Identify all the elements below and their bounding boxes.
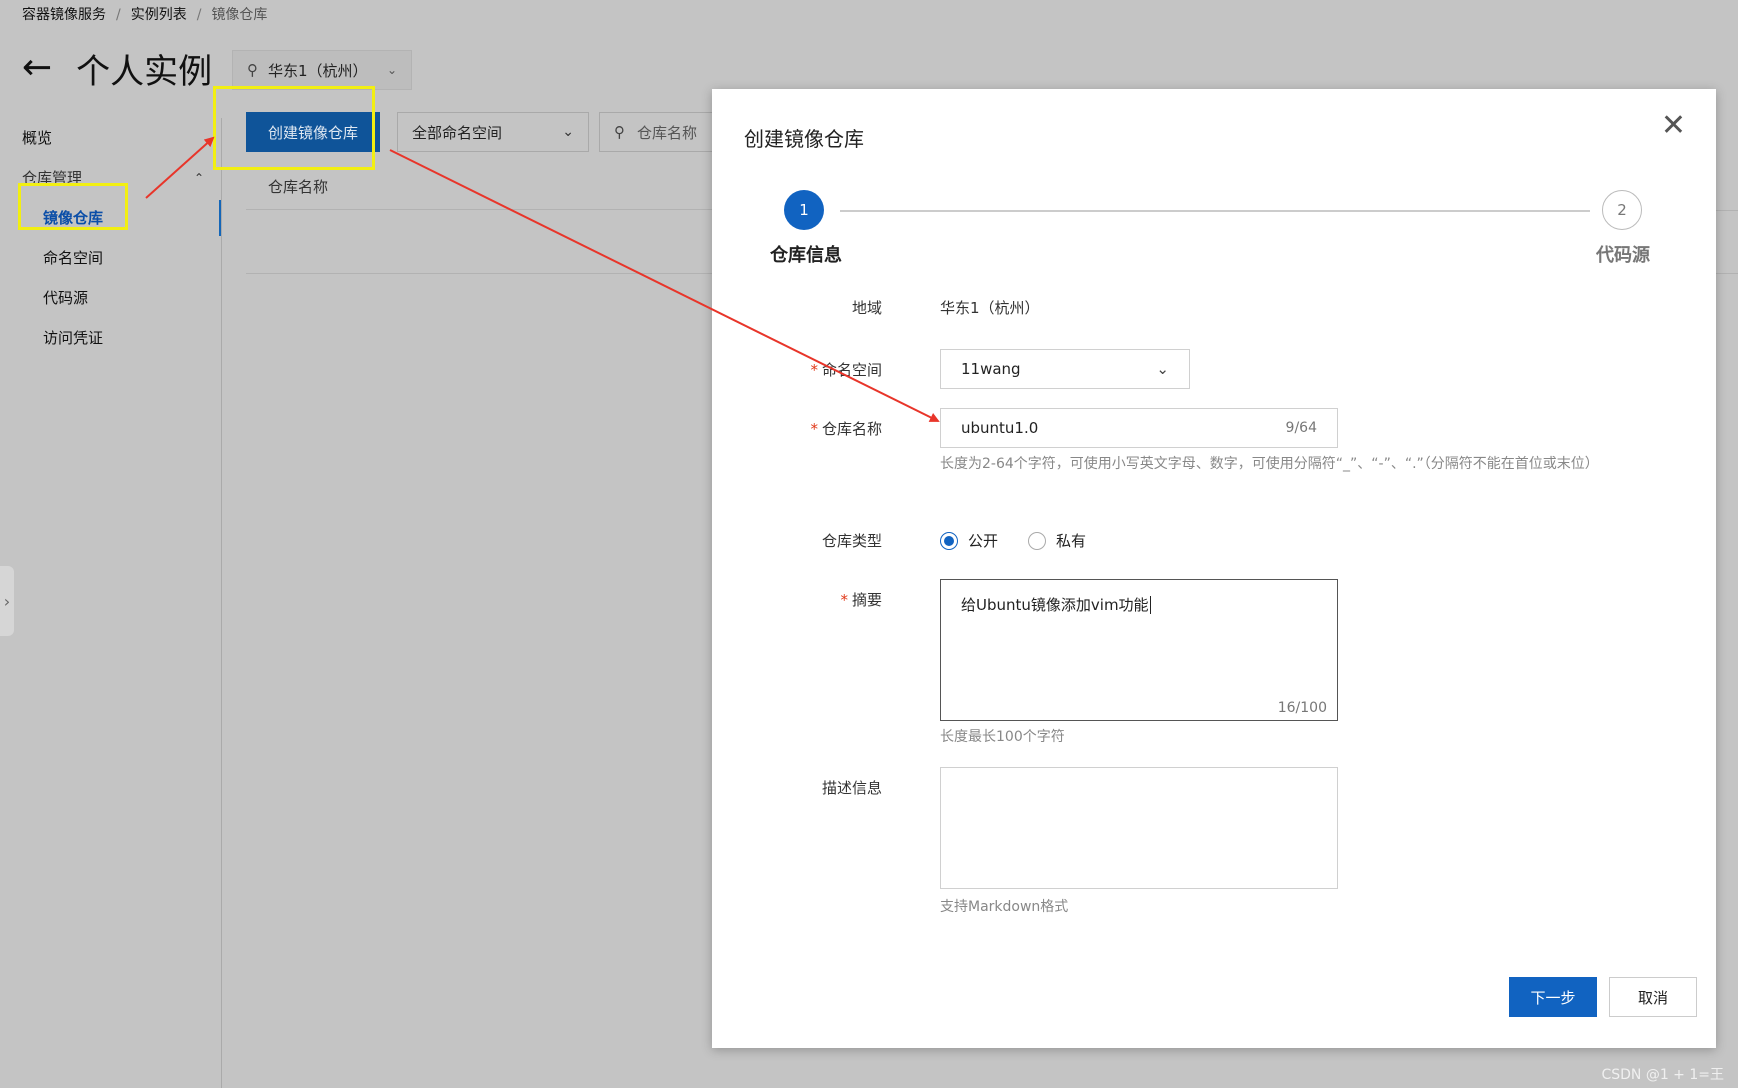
- search-placeholder: 仓库名称: [637, 123, 698, 142]
- namespace-select-value: 11wang: [961, 360, 1021, 378]
- repo-type-public-option[interactable]: 公开: [940, 530, 998, 551]
- summary-char-count: 16/100: [1277, 700, 1327, 716]
- region-label: 地域: [712, 297, 882, 318]
- required-mark: *: [810, 420, 818, 438]
- region-selector[interactable]: ⚲ 华东1（杭州） ⌄: [232, 50, 412, 90]
- breadcrumb-item-instances[interactable]: 实例列表: [131, 7, 187, 23]
- repo-name-hint: 长度为2-64个字符，可使用小写英文字母、数字，可使用分隔符“_”、“-”、“.…: [940, 456, 1599, 472]
- breadcrumb-separator: /: [116, 7, 121, 23]
- column-header-repo-name: 仓库名称: [268, 178, 329, 196]
- step-2-label: 代码源: [1596, 245, 1650, 266]
- sidebar: 概览 仓库管理 ⌃ 镜像仓库 命名空间 代码源 访问凭证: [0, 118, 222, 358]
- repo-name-value: ubuntu1.0: [961, 419, 1039, 437]
- close-icon[interactable]: ✕: [1661, 111, 1686, 141]
- summary-label-text: 摘要: [851, 591, 882, 609]
- sidebar-group-repo-management[interactable]: 仓库管理 ⌃: [0, 158, 222, 198]
- create-repo-dialog: 创建镜像仓库 ✕ 1 2 仓库信息 代码源 地域 华东1（杭州） * 命名空间 1…: [712, 89, 1716, 1048]
- sidebar-item-code-sources[interactable]: 代码源: [0, 278, 222, 318]
- chevron-up-icon: ⌃: [193, 171, 204, 185]
- chevron-down-icon: ⌄: [1156, 360, 1169, 378]
- sidebar-collapse-handle[interactable]: ›: [0, 566, 14, 636]
- summary-textarea[interactable]: 给Ubuntu镜像添加vim功能 16/100: [940, 579, 1338, 721]
- step-2-indicator: 2: [1602, 190, 1642, 230]
- summary-hint: 长度最长100个字符: [940, 729, 1065, 745]
- step-1-label: 仓库信息: [770, 245, 842, 266]
- namespace-label-text: 命名空间: [821, 361, 882, 379]
- table-row-edge: [1716, 210, 1738, 274]
- repo-type-label-text: 仓库类型: [821, 532, 882, 550]
- summary-value: 给Ubuntu镜像添加vim功能: [961, 596, 1149, 614]
- text-cursor: [1149, 596, 1151, 614]
- sidebar-item-image-repos[interactable]: 镜像仓库: [0, 198, 222, 238]
- page-header: ← 个人实例: [22, 44, 212, 92]
- search-icon: ⚲: [614, 123, 625, 141]
- step-1-indicator: 1: [784, 190, 824, 230]
- sidebar-item-label: 命名空间: [43, 249, 104, 267]
- namespace-filter-value: 全部命名空间: [412, 123, 503, 142]
- breadcrumb-item-current: 镜像仓库: [211, 7, 268, 23]
- repo-name-input[interactable]: ubuntu1.0 9/64: [940, 408, 1338, 448]
- sidebar-item-label: 代码源: [43, 289, 89, 307]
- required-mark: *: [840, 591, 848, 609]
- repo-search-input[interactable]: ⚲ 仓库名称: [599, 112, 719, 152]
- description-label: 描述信息: [712, 777, 882, 798]
- chevron-down-icon: ⌄: [562, 124, 574, 140]
- watermark: CSDN @1 + 1=王: [1601, 1067, 1724, 1083]
- back-arrow-icon[interactable]: ←: [22, 50, 52, 86]
- required-mark: *: [810, 361, 818, 379]
- region-label-text: 地域: [851, 299, 882, 317]
- region-selector-value: 华东1（杭州）: [268, 61, 368, 80]
- repo-name-label-text: 仓库名称: [821, 420, 882, 438]
- namespace-label: * 命名空间: [712, 359, 882, 380]
- sidebar-item-credentials[interactable]: 访问凭证: [0, 318, 222, 358]
- page-title: 个人实例: [76, 51, 213, 92]
- breadcrumb-item-service[interactable]: 容器镜像服务: [22, 7, 106, 23]
- chevron-right-icon: ›: [3, 591, 11, 611]
- sidebar-item-label: 访问凭证: [43, 329, 104, 347]
- radio-unchecked-icon[interactable]: [1028, 531, 1047, 550]
- repo-type-private-option[interactable]: 私有: [1028, 530, 1086, 551]
- table-header: 仓库名称: [246, 168, 736, 210]
- step-number: 1: [799, 201, 809, 219]
- sidebar-divider: [221, 118, 222, 1088]
- repo-type-label: 仓库类型: [712, 530, 882, 551]
- cancel-button[interactable]: 取消: [1609, 977, 1697, 1017]
- sidebar-item-label: 仓库管理: [22, 169, 83, 187]
- breadcrumb-separator: /: [196, 7, 202, 23]
- create-repo-button[interactable]: 创建镜像仓库: [246, 112, 380, 152]
- next-step-button[interactable]: 下一步: [1509, 977, 1597, 1017]
- namespace-select[interactable]: 11wang ⌄: [940, 349, 1190, 389]
- radio-checked-icon[interactable]: [940, 531, 958, 550]
- summary-label: * 摘要: [712, 589, 882, 610]
- breadcrumb: 容器镜像服务 / 实例列表 / 镜像仓库: [22, 4, 267, 24]
- repo-name-char-count: 9/64: [1285, 420, 1317, 436]
- repo-type-radio-group: 公开 私有: [940, 530, 1116, 551]
- description-label-text: 描述信息: [821, 779, 882, 797]
- step-number: 2: [1617, 201, 1627, 219]
- table-empty-row: [246, 210, 736, 274]
- description-textarea[interactable]: [940, 767, 1338, 889]
- dialog-title: 创建镜像仓库: [744, 127, 864, 151]
- location-pin-icon: ⚲: [247, 61, 258, 79]
- description-hint: 支持Markdown格式: [940, 899, 1069, 915]
- sidebar-item-namespaces[interactable]: 命名空间: [0, 238, 222, 278]
- chevron-down-icon: ⌄: [386, 63, 397, 77]
- namespace-filter-select[interactable]: 全部命名空间 ⌄: [397, 112, 589, 152]
- repo-name-label: * 仓库名称: [712, 418, 882, 439]
- sidebar-item-label: 概览: [22, 129, 53, 147]
- sidebar-item-label: 镜像仓库: [43, 209, 104, 227]
- step-connector: [840, 210, 1590, 212]
- region-value: 华东1（杭州）: [940, 299, 1040, 317]
- sidebar-item-overview[interactable]: 概览: [0, 118, 222, 158]
- repo-type-option-label: 公开: [968, 532, 999, 550]
- repo-type-option-label: 私有: [1056, 532, 1087, 550]
